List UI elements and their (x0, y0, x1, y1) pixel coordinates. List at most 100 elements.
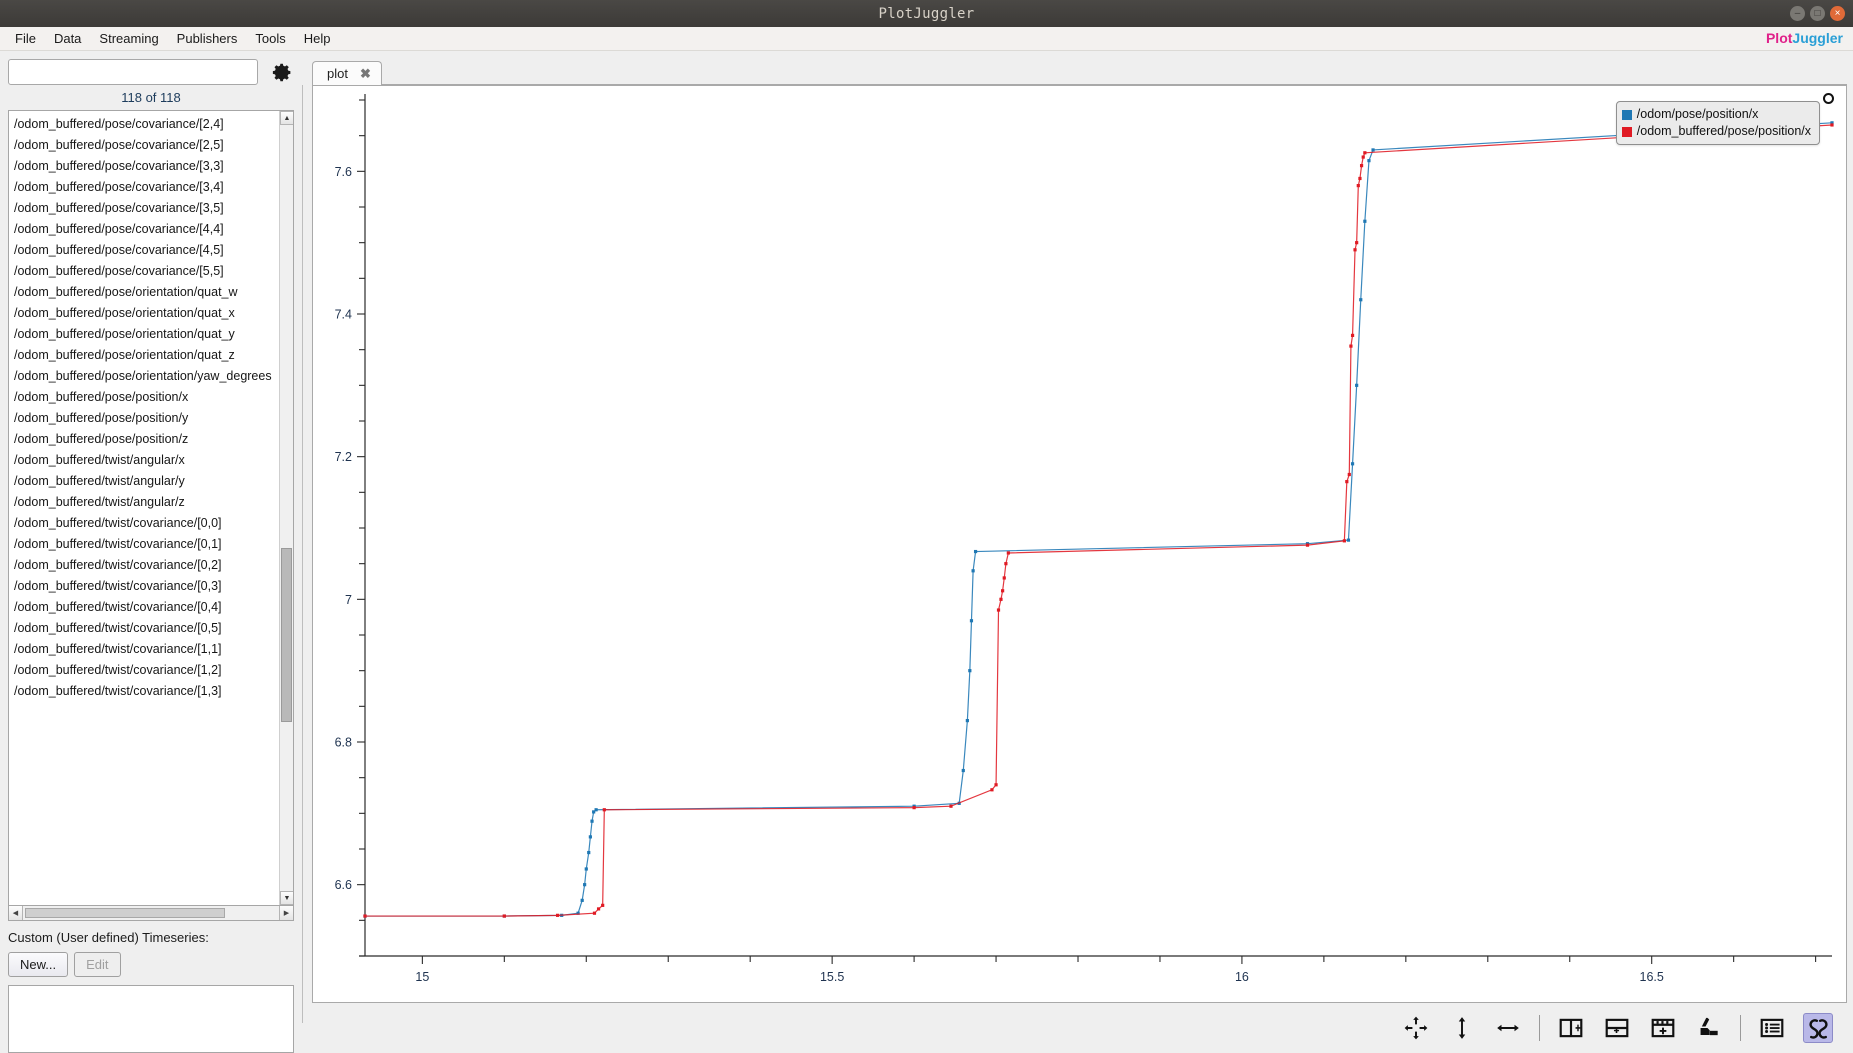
list-item[interactable]: /odom_buffered/pose/orientation/quat_x (9, 303, 279, 324)
list-item[interactable]: /odom_buffered/twist/covariance/[1,3] (9, 681, 279, 702)
list-vertical-scrollbar[interactable]: ▲ ▼ (279, 111, 293, 905)
list-item[interactable]: /odom_buffered/twist/covariance/[0,1] (9, 534, 279, 555)
window-title: PlotJuggler (878, 5, 975, 22)
menu-item-tools[interactable]: Tools (246, 28, 294, 49)
plot-panel: plot ✖ 6.6 6.8 7 7.2 7.4 7.6 15 15.5 16 16.5 /odo… (308, 51, 1853, 1053)
close-icon[interactable]: ✖ (360, 67, 371, 80)
svg-text:7.6: 7.6 (335, 165, 352, 179)
split-vertical-icon[interactable] (1602, 1013, 1632, 1043)
legend-drag-handle[interactable] (1823, 93, 1834, 104)
pan-axes-icon[interactable] (1401, 1013, 1431, 1043)
list-item[interactable]: /odom_buffered/pose/orientation/yaw_degr… (9, 366, 279, 387)
svg-text:15.5: 15.5 (820, 970, 844, 984)
edit-custom-timeseries-button: Edit (74, 952, 121, 977)
list-item[interactable]: /odom_buffered/pose/position/x (9, 387, 279, 408)
list-item[interactable]: /odom_buffered/pose/covariance/[4,4] (9, 219, 279, 240)
plot-legend[interactable]: /odom/pose/position/x /odom_buffered/pos… (1615, 101, 1820, 145)
list-item[interactable]: /odom_buffered/twist/covariance/[1,2] (9, 660, 279, 681)
vertical-scroll-thumb[interactable] (281, 547, 292, 723)
list-item[interactable]: /odom_buffered/twist/angular/x (9, 450, 279, 471)
menu-item-streaming[interactable]: Streaming (90, 28, 167, 49)
list-item[interactable]: /odom_buffered/twist/covariance/[0,4] (9, 597, 279, 618)
list-item[interactable]: /odom_buffered/twist/angular/z (9, 492, 279, 513)
menu-item-data[interactable]: Data (45, 28, 90, 49)
legend-entry[interactable]: /odom_buffered/pose/position/x (1621, 123, 1811, 140)
horizontal-scroll-thumb[interactable] (25, 908, 225, 918)
zoom-horizontal-icon[interactable] (1493, 1013, 1523, 1043)
custom-timeseries-list[interactable] (8, 985, 294, 1053)
zoom-vertical-icon[interactable] (1447, 1013, 1477, 1043)
list-item[interactable]: /odom_buffered/twist/covariance/[0,3] (9, 576, 279, 597)
scroll-right-button[interactable]: ▶ (279, 906, 293, 920)
plot-svg: 6.6 6.8 7 7.2 7.4 7.6 15 15.5 16 16.5 (335, 94, 1834, 984)
svg-text:15: 15 (415, 970, 429, 984)
list-item[interactable]: /odom_buffered/twist/covariance/[0,5] (9, 618, 279, 639)
list-item[interactable]: /odom_buffered/twist/covariance/[0,2] (9, 555, 279, 576)
add-tab-icon[interactable] (1648, 1013, 1678, 1043)
menu-item-publishers[interactable]: Publishers (168, 28, 247, 49)
menu-item-help[interactable]: Help (295, 28, 340, 49)
list-item[interactable]: /odom_buffered/pose/position/z (9, 429, 279, 450)
window-controls: – □ × (1790, 6, 1845, 21)
svg-text:16.5: 16.5 (1640, 970, 1664, 984)
sidebar-panel: 118 of 118 /odom_buffered/pose/covarianc… (0, 51, 302, 1053)
scroll-down-button[interactable]: ▼ (280, 891, 293, 905)
menubar: File Data Streaming Publishers Tools Hel… (0, 27, 1853, 51)
app-brand-logo: PlotJuggler (1766, 30, 1843, 46)
list-horizontal-scrollbar[interactable]: ◀ ▶ (8, 906, 294, 921)
list-item[interactable]: /odom_buffered/twist/angular/y (9, 471, 279, 492)
list-item[interactable]: /odom_buffered/pose/covariance/[3,3] (9, 156, 279, 177)
plot-toolbar (312, 1003, 1847, 1053)
svg-text:7.2: 7.2 (335, 450, 352, 464)
list-item[interactable]: /odom_buffered/pose/covariance/[2,4] (9, 114, 279, 135)
brand-text-juggler: Juggler (1792, 30, 1843, 46)
legend-entry[interactable]: /odom/pose/position/x (1621, 106, 1811, 123)
legend-label: /odom_buffered/pose/position/x (1636, 124, 1811, 138)
legend-color-swatch (1621, 109, 1632, 120)
list-item[interactable]: /odom_buffered/pose/orientation/quat_y (9, 324, 279, 345)
scroll-up-button[interactable]: ▲ (280, 111, 293, 125)
tabstrip: plot ✖ (312, 57, 1847, 86)
tab-plot[interactable]: plot ✖ (312, 61, 382, 86)
close-button[interactable]: × (1830, 6, 1845, 21)
legend-label: /odom/pose/position/x (1636, 107, 1759, 121)
gear-icon[interactable] (270, 60, 294, 84)
brand-text-plot: Plot (1765, 30, 1793, 46)
svg-text:6.6: 6.6 (335, 878, 352, 892)
custom-timeseries-section: Custom (User defined) Timeseries: New...… (8, 921, 294, 1053)
timeseries-list[interactable]: /odom_buffered/pose/covariance/[2,4]/odo… (9, 111, 279, 905)
search-input[interactable] (8, 59, 258, 85)
main-content: 118 of 118 /odom_buffered/pose/covarianc… (0, 51, 1853, 1053)
svg-text:16: 16 (1235, 970, 1249, 984)
toolbar-separator (1539, 1015, 1540, 1041)
list-item[interactable]: /odom_buffered/pose/covariance/[3,4] (9, 177, 279, 198)
clear-plot-icon[interactable] (1694, 1013, 1724, 1043)
link-axes-icon[interactable] (1803, 1013, 1833, 1043)
list-item[interactable]: /odom_buffered/pose/orientation/quat_z (9, 345, 279, 366)
list-item[interactable]: /odom_buffered/pose/covariance/[3,5] (9, 198, 279, 219)
list-item[interactable]: /odom_buffered/twist/covariance/[1,1] (9, 639, 279, 660)
tab-plot-label: plot (327, 66, 348, 81)
plot-canvas[interactable]: 6.6 6.8 7 7.2 7.4 7.6 15 15.5 16 16.5 /odom/pose/… (312, 85, 1847, 1003)
minimize-button[interactable]: – (1790, 6, 1805, 21)
timeseries-list-container: /odom_buffered/pose/covariance/[2,4]/odo… (8, 110, 294, 906)
list-item[interactable]: /odom_buffered/pose/covariance/[2,5] (9, 135, 279, 156)
svg-text:7.4: 7.4 (335, 308, 352, 322)
list-item[interactable]: /odom_buffered/twist/covariance/[0,0] (9, 513, 279, 534)
svg-text:6.8: 6.8 (335, 736, 352, 750)
tabstrip-filler (381, 57, 1847, 85)
item-count-label: 118 of 118 (121, 90, 181, 105)
search-row (8, 59, 294, 85)
list-item[interactable]: /odom_buffered/pose/covariance/[4,5] (9, 240, 279, 261)
custom-timeseries-title: Custom (User defined) Timeseries: (8, 930, 209, 945)
new-custom-timeseries-button[interactable]: New... (8, 952, 69, 977)
scroll-left-button[interactable]: ◀ (9, 906, 23, 920)
maximize-button[interactable]: □ (1810, 6, 1825, 21)
list-item[interactable]: /odom_buffered/pose/orientation/quat_w (9, 282, 279, 303)
menu-item-file[interactable]: File (6, 28, 45, 49)
legend-toggle-icon[interactable] (1757, 1013, 1787, 1043)
split-horizontal-icon[interactable] (1556, 1013, 1586, 1043)
list-item[interactable]: /odom_buffered/pose/covariance/[5,5] (9, 261, 279, 282)
window-titlebar: PlotJuggler – □ × (0, 0, 1853, 27)
list-item[interactable]: /odom_buffered/pose/position/y (9, 408, 279, 429)
